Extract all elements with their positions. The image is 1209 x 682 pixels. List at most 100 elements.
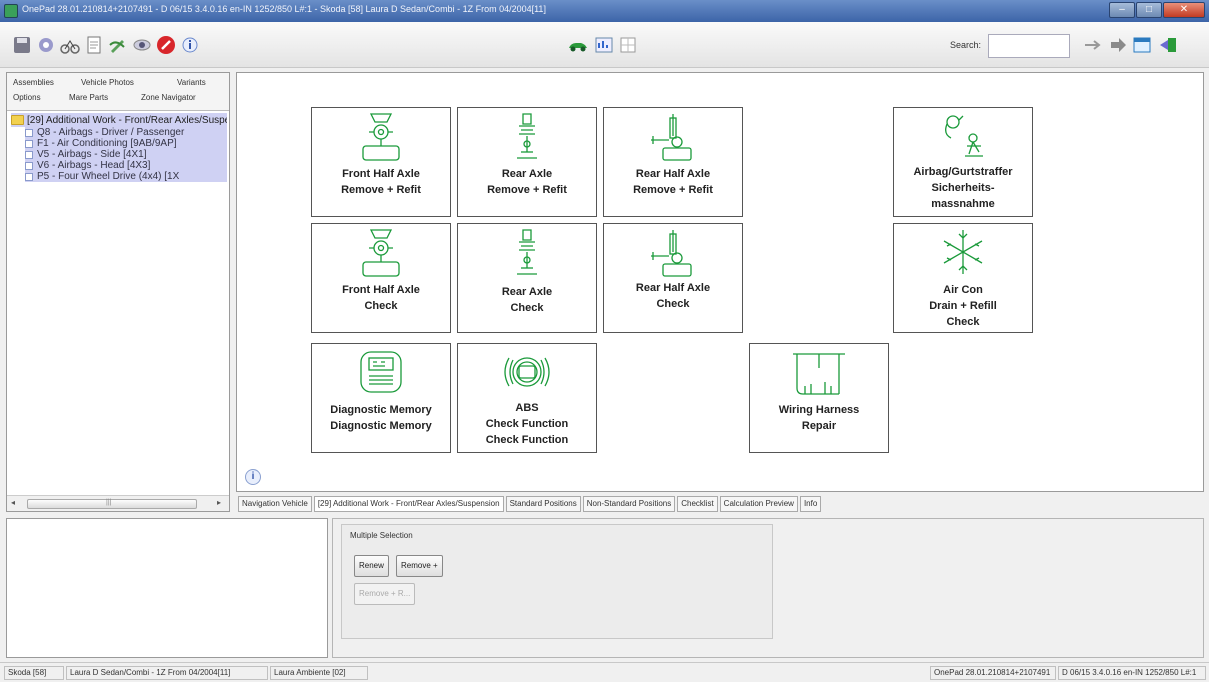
tile-label: Air Con bbox=[943, 284, 983, 296]
remove-button[interactable]: Remove + bbox=[396, 555, 443, 577]
tile-airbag[interactable]: Airbag/Gurtstraffer Sicherheits- massnah… bbox=[893, 107, 1033, 217]
rear-axle-icon bbox=[517, 229, 537, 275]
search-label: Search: bbox=[950, 40, 982, 50]
tab-non-standard-positions[interactable]: Non-Standard Positions bbox=[582, 496, 676, 512]
tab-calculation-preview[interactable]: Calculation Preview bbox=[719, 496, 798, 512]
maximize-button[interactable]: □ bbox=[1136, 2, 1162, 18]
tile-label: Check Function bbox=[485, 418, 569, 430]
tile-label: Remove + Refit bbox=[487, 184, 567, 196]
scroll-left-arrow-icon[interactable]: ◂ bbox=[11, 498, 15, 507]
status-version: OnePad 28.01.210814+2107491 bbox=[930, 666, 1056, 680]
status-trim: Laura Ambiente [02] bbox=[270, 666, 368, 680]
tile-label: Rear Axle bbox=[501, 286, 553, 298]
tree-item[interactable]: Q8 - Airbags - Driver / Passenger bbox=[25, 127, 227, 138]
tree-item[interactable]: F1 - Air Conditioning [9AB/9AP] bbox=[25, 138, 227, 149]
snowflake-icon bbox=[943, 230, 983, 274]
rear-half-axle-icon bbox=[651, 230, 692, 277]
tab-checklist[interactable]: Checklist bbox=[677, 496, 718, 512]
checkbox[interactable] bbox=[25, 139, 33, 148]
remove-refit-button[interactable]: Remove + R... bbox=[354, 583, 416, 605]
tree-root[interactable]: [29] Additional Work - Front/Rear Axles/… bbox=[11, 113, 227, 127]
renew-button[interactable]: Renew bbox=[354, 555, 389, 577]
tile-label: Diagnostic Memory bbox=[330, 404, 432, 416]
tab-standard-positions[interactable]: Standard Positions bbox=[505, 496, 581, 512]
app-window: OnePad 28.01.210814+2107491 - D 06/15 3.… bbox=[0, 0, 1209, 682]
tile-front-half-axle-remove[interactable]: Front Half Axle Remove + Refit bbox=[311, 107, 451, 217]
status-locale: D 06/15 3.4.0.16 en-IN 1252/850 L#:1 bbox=[1058, 666, 1206, 680]
tile-rear-half-axle-check[interactable]: Rear Half Axle Check bbox=[603, 223, 743, 333]
checkbox[interactable] bbox=[25, 161, 33, 170]
no-entry-icon[interactable] bbox=[156, 35, 176, 55]
tab-navigation-vehicle[interactable]: Navigation Vehicle bbox=[238, 496, 312, 512]
checkbox[interactable] bbox=[25, 128, 33, 137]
forward-icon[interactable] bbox=[1108, 35, 1128, 55]
tile-rear-axle-remove[interactable]: Rear Axle Remove + Refit bbox=[457, 107, 597, 217]
search-input[interactable] bbox=[988, 34, 1070, 58]
tree-item[interactable]: V5 - Airbags - Side [4X1] bbox=[25, 149, 227, 160]
tab-mare-parts[interactable]: Mare Parts bbox=[69, 93, 108, 102]
abs-warning-icon bbox=[504, 357, 550, 387]
tile-label: massnahme bbox=[931, 198, 995, 210]
tile-air-con[interactable]: Air Con Drain + Refill Check bbox=[893, 223, 1033, 333]
settings-icon[interactable] bbox=[36, 35, 56, 55]
checkbox[interactable] bbox=[25, 150, 33, 159]
tile-front-half-axle-check[interactable]: Front Half Axle Check bbox=[311, 223, 451, 333]
tree-item-label: P5 - Four Wheel Drive (4x4) [1X bbox=[37, 171, 180, 182]
tile-label: Front Half Axle bbox=[342, 168, 420, 180]
bike-icon[interactable] bbox=[60, 35, 80, 55]
tile-rear-axle-check[interactable]: Rear Axle Check bbox=[457, 223, 597, 333]
tab-options[interactable]: Options bbox=[13, 93, 41, 102]
scroll-thumb[interactable]: ||| bbox=[27, 499, 197, 509]
chart-icon[interactable] bbox=[594, 35, 614, 55]
document-icon[interactable] bbox=[84, 35, 104, 55]
canvas-info-icon[interactable]: i bbox=[245, 469, 261, 485]
tile-rear-half-axle-remove[interactable]: Rear Half Axle Remove + Refit bbox=[603, 107, 743, 217]
tree-item-label: F1 - Air Conditioning [9AB/9AP] bbox=[37, 138, 177, 149]
tile-wiring-harness[interactable]: Wiring Harness Repair bbox=[749, 343, 889, 453]
calendar-icon[interactable] bbox=[1132, 35, 1152, 55]
tree-item-label: Q8 - Airbags - Driver / Passenger bbox=[37, 127, 185, 138]
grid-icon[interactable] bbox=[618, 35, 638, 55]
rear-half-axle-icon bbox=[651, 114, 692, 161]
save-icon[interactable] bbox=[12, 35, 32, 55]
minimize-button[interactable]: – bbox=[1109, 2, 1135, 18]
tile-diagnostic-memory[interactable]: Diagnostic Memory Diagnostic Memory bbox=[311, 343, 451, 453]
checkbox[interactable] bbox=[25, 172, 33, 181]
tree-item-label: V6 - Airbags - Head [4X3] bbox=[37, 160, 151, 171]
scroll-grip: ||| bbox=[106, 499, 112, 506]
info-icon[interactable] bbox=[180, 35, 200, 55]
refresh-icon[interactable] bbox=[1082, 35, 1102, 55]
exit-icon[interactable] bbox=[1158, 35, 1178, 55]
toolbar: Search: bbox=[0, 22, 1209, 68]
tree-item[interactable]: P5 - Four Wheel Drive (4x4) [1X bbox=[25, 171, 227, 182]
edit-icon[interactable] bbox=[108, 35, 128, 55]
lower-right-panel: Multiple Selection Renew Remove + Remove… bbox=[332, 518, 1204, 658]
tile-label: Check Function bbox=[485, 434, 569, 446]
tile-label: Airbag/Gurtstraffer bbox=[913, 166, 1013, 178]
eye-icon[interactable] bbox=[132, 35, 152, 55]
diagnostic-device-icon bbox=[360, 351, 402, 393]
tile-label: Drain + Refill bbox=[929, 300, 997, 312]
tab-assemblies[interactable]: Assemblies bbox=[13, 78, 54, 87]
front-axle-icon bbox=[362, 229, 400, 277]
scroll-right-arrow-icon[interactable]: ▸ bbox=[217, 498, 221, 507]
tile-label: Front Half Axle bbox=[342, 284, 420, 296]
close-button[interactable]: ✕ bbox=[1163, 2, 1205, 18]
lower-left-panel bbox=[6, 518, 328, 658]
tab-zone-navigator[interactable]: Zone Navigator bbox=[141, 93, 196, 102]
tile-label: Rear Axle bbox=[501, 168, 553, 180]
tile-abs[interactable]: ABS Check Function Check Function bbox=[457, 343, 597, 453]
car-icon[interactable] bbox=[568, 35, 588, 55]
tab-variants[interactable]: Variants bbox=[177, 78, 206, 87]
tile-label: Sicherheits- bbox=[931, 182, 995, 194]
folder-icon bbox=[11, 115, 24, 125]
tree-item[interactable]: V6 - Airbags - Head [4X3] bbox=[25, 160, 227, 171]
assembly-tree: [29] Additional Work - Front/Rear Axles/… bbox=[11, 113, 229, 182]
app-icon bbox=[4, 4, 18, 18]
tab-additional-work[interactable]: [29] Additional Work - Front/Rear Axles/… bbox=[313, 496, 504, 512]
tab-info[interactable]: Info bbox=[799, 496, 822, 512]
horizontal-scrollbar[interactable]: ◂ ||| ▸ bbox=[7, 495, 229, 511]
tile-label: Remove + Refit bbox=[341, 184, 421, 196]
tab-vehicle-photos[interactable]: Vehicle Photos bbox=[81, 78, 134, 87]
tile-label: Repair bbox=[801, 420, 837, 432]
